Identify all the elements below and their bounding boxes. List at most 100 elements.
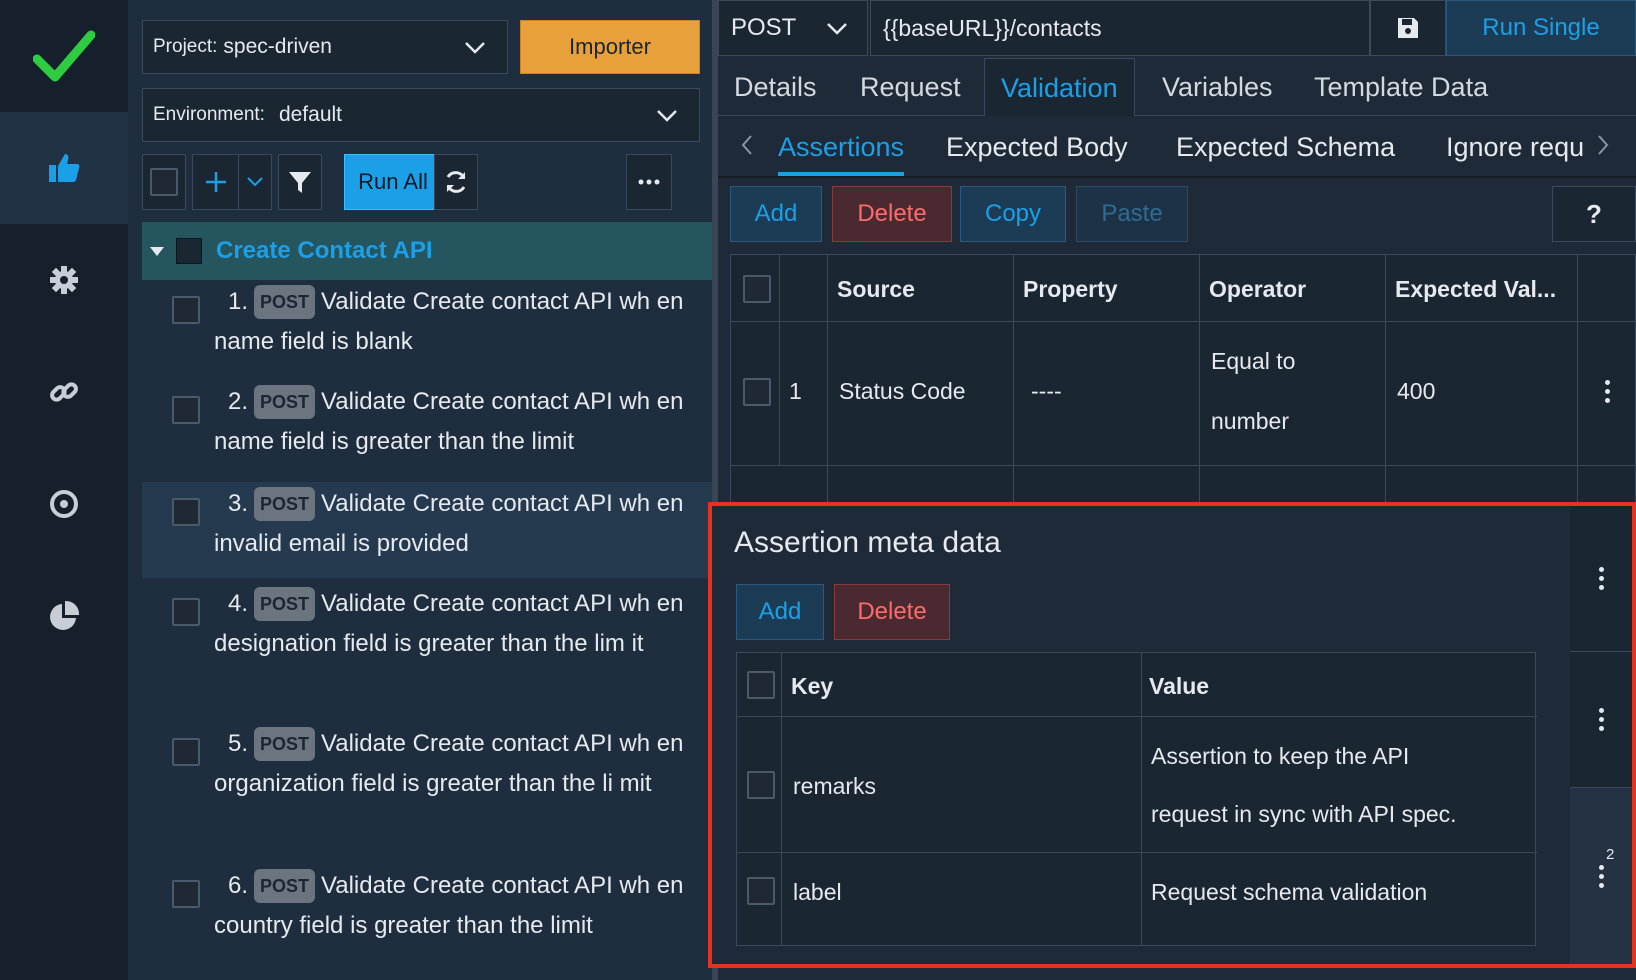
header-expected-value[interactable]: Expected Val...	[1395, 255, 1556, 323]
check-logo	[0, 0, 128, 112]
tab-template-data[interactable]: Template Data	[1314, 58, 1488, 116]
popup-title: Assertion meta data	[734, 526, 1001, 559]
list-item[interactable]: 1. POST Validate Create contact API wh en …	[142, 282, 712, 382]
subtab-expected-body[interactable]: Expected Body	[946, 124, 1128, 176]
row-operator-line2[interactable]: number	[1211, 408, 1289, 435]
method-badge: POST	[254, 487, 316, 521]
environment-select[interactable]: Environment: default	[142, 88, 700, 142]
row-expected[interactable]: 400	[1397, 378, 1435, 405]
meta-value[interactable]: Request schema validation	[1151, 879, 1427, 906]
subtab-expected-schema[interactable]: Expected Schema	[1176, 124, 1395, 176]
row-property[interactable]: ----	[1031, 378, 1062, 405]
header-key: Key	[791, 673, 834, 699]
list-item-selected[interactable]: 3. POST Validate Create contact API wh en …	[142, 482, 712, 578]
header-property[interactable]: Property	[1023, 255, 1118, 323]
select-all-checkbox[interactable]	[142, 154, 186, 210]
filter-icon	[289, 172, 311, 193]
row-source[interactable]: Status Code	[839, 378, 966, 405]
copy-assertion-button[interactable]: Copy	[960, 186, 1066, 242]
row-checkbox[interactable]	[747, 877, 775, 905]
header-operator[interactable]: Operator	[1209, 255, 1306, 323]
chevron-down-icon	[465, 42, 485, 54]
importer-button[interactable]: Importer	[520, 20, 700, 74]
add-button[interactable]	[192, 154, 238, 210]
row-checkbox[interactable]	[743, 378, 771, 406]
list-item[interactable]: 6. POST Validate Create contact API wh en …	[142, 866, 712, 966]
meta-key[interactable]: label	[793, 879, 842, 906]
add-meta-button[interactable]: Add	[736, 584, 824, 640]
assertion-meta-popup: Assertion meta data Add Delete Key Value…	[708, 502, 1636, 968]
meta-count-badge: 2	[1606, 846, 1615, 863]
item-checkbox[interactable]	[172, 296, 200, 324]
icon-rail	[0, 0, 128, 980]
delete-assertion-button[interactable]: Delete	[832, 186, 952, 242]
pie-chart-icon[interactable]	[0, 560, 128, 672]
tab-validation[interactable]: Validation	[984, 58, 1135, 116]
add-assertion-button[interactable]: Add	[730, 186, 822, 242]
tab-details[interactable]: Details	[734, 58, 817, 116]
item-checkbox[interactable]	[172, 880, 200, 908]
row-menu-icon[interactable]	[1598, 567, 1604, 590]
list-item[interactable]: 5. POST Validate Create contact API wh en …	[142, 724, 712, 864]
header-source[interactable]: Source	[837, 255, 915, 323]
paste-assertion-button[interactable]: Paste	[1076, 186, 1188, 242]
chevron-down-icon	[657, 110, 677, 122]
row-menu-icon[interactable]	[1598, 864, 1604, 888]
save-button[interactable]	[1370, 0, 1446, 56]
environment-value: default	[278, 103, 343, 126]
thumbs-up-icon[interactable]	[0, 112, 128, 224]
run-all-button[interactable]: Run All	[344, 154, 442, 210]
project-select[interactable]: Project: spec-driven	[142, 20, 508, 74]
meta-value-line1[interactable]: Assertion to keep the API	[1151, 743, 1409, 770]
link-icon[interactable]	[0, 336, 128, 448]
refresh-icon	[446, 171, 466, 193]
target-icon[interactable]	[0, 448, 128, 560]
test-tree-panel: Project: spec-driven Importer Environmen…	[128, 0, 712, 980]
chevron-right-icon[interactable]	[1596, 134, 1610, 156]
chevron-down-icon	[247, 177, 263, 187]
meta-key[interactable]: remarks	[793, 773, 876, 800]
row-checkbox[interactable]	[747, 771, 775, 799]
test-group[interactable]: Create Contact API	[142, 222, 712, 280]
group-checkbox[interactable]	[176, 238, 202, 264]
list-item[interactable]: 2. POST Validate Create contact API wh en …	[142, 382, 712, 482]
chevron-down-icon	[827, 23, 847, 35]
method-badge: POST	[254, 285, 316, 319]
subtab-ignore-request[interactable]: Ignore requ	[1446, 124, 1584, 176]
delete-meta-button[interactable]: Delete	[834, 584, 950, 640]
add-dropdown-button[interactable]	[238, 154, 272, 210]
collapse-triangle-icon[interactable]	[150, 246, 164, 256]
help-button[interactable]: ?	[1552, 186, 1636, 242]
table-row[interactable]: remarks Assertion to keep the API reques…	[737, 717, 1537, 853]
table-row[interactable]: label Request schema validation	[737, 853, 1537, 933]
plus-icon	[205, 172, 226, 192]
list-item[interactable]: 4. POST Validate Create contact API wh en …	[142, 584, 712, 724]
gear-icon[interactable]	[0, 224, 128, 336]
item-checkbox[interactable]	[172, 498, 200, 526]
run-single-button[interactable]: Run Single	[1446, 0, 1636, 56]
tab-request[interactable]: Request	[860, 58, 961, 116]
tab-variables[interactable]: Variables	[1162, 58, 1273, 116]
item-checkbox[interactable]	[172, 396, 200, 424]
refresh-button[interactable]	[434, 154, 478, 210]
row-operator-line1[interactable]: Equal to	[1211, 348, 1295, 375]
row-index: 1	[789, 378, 802, 404]
chevron-left-icon[interactable]	[740, 134, 754, 156]
row-menu-icon[interactable]	[1598, 708, 1604, 731]
method-badge: POST	[254, 727, 316, 761]
header-checkbox[interactable]	[743, 275, 771, 303]
filter-button[interactable]	[278, 154, 322, 210]
meta-value-line2[interactable]: request in sync with API spec.	[1151, 801, 1457, 828]
method-select[interactable]: POST	[718, 0, 868, 56]
item-checkbox[interactable]	[172, 738, 200, 766]
more-options-button[interactable]	[626, 154, 672, 210]
table-row[interactable]: 1 Status Code ---- Equal to number 400	[730, 322, 1636, 466]
subtab-assertions[interactable]: Assertions	[778, 124, 905, 176]
meta-header-checkbox[interactable]	[747, 671, 775, 699]
method-badge: POST	[254, 385, 316, 419]
row-menu-icon[interactable]	[1605, 380, 1610, 403]
item-checkbox[interactable]	[172, 598, 200, 626]
header-value: Value	[1149, 673, 1210, 699]
method-badge: POST	[254, 587, 316, 621]
url-input[interactable]: {{baseURL}}/contacts	[870, 0, 1370, 56]
